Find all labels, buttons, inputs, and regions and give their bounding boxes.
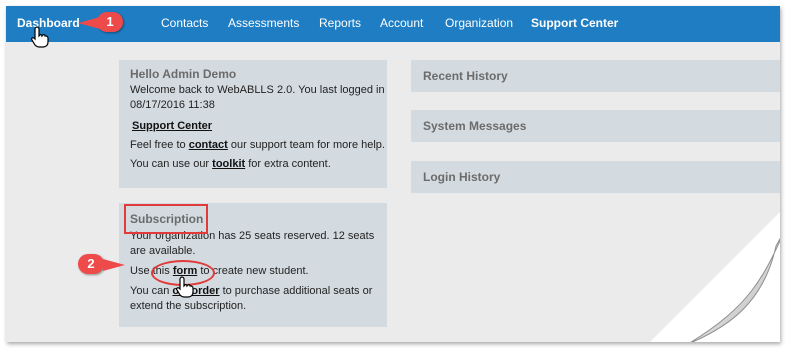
order-prefix: You can	[130, 285, 170, 297]
form-suffix: to create new student.	[200, 265, 309, 277]
support-center-link[interactable]: Support Center	[132, 120, 212, 132]
contact-link[interactable]: contact	[189, 139, 228, 151]
hand-cursor-icon	[176, 276, 194, 298]
welcome-title: Hello Admin Demo	[130, 67, 237, 81]
page-sheet: Dashboard Contacts Assessments Reports A…	[6, 6, 780, 342]
welcome-card: Hello Admin Demo Welcome back to WebABLL…	[119, 60, 387, 188]
contact-line: Feel free to contact our support team fo…	[130, 138, 385, 153]
nav-account[interactable]: Account	[380, 16, 423, 30]
recent-history-title: Recent History	[423, 69, 508, 83]
callout-1-pointer	[78, 17, 100, 29]
toolkit-prefix: You can use our	[130, 158, 210, 170]
callout-badge-2: 2	[78, 254, 104, 274]
callout-2-pointer	[103, 259, 125, 271]
toolkit-line: You can use our toolkit for extra conten…	[130, 157, 331, 172]
system-messages-title: System Messages	[423, 119, 527, 133]
last-login-timestamp: 08/17/2016 11:38	[130, 99, 215, 111]
contact-prefix: Feel free to	[130, 139, 186, 151]
toolkit-link[interactable]: toolkit	[212, 158, 245, 170]
subscription-highlight-box	[124, 204, 208, 234]
system-messages-panel[interactable]: System Messages	[411, 110, 780, 142]
hand-cursor-icon	[31, 26, 49, 48]
order-suffix: to purchase additional seats or	[222, 285, 373, 297]
welcome-message: Welcome back to WebABLLS 2.0. You last l…	[130, 84, 385, 96]
callout-badge-1: 1	[97, 12, 123, 32]
order-link-text: order	[191, 285, 220, 297]
seats-available: are available.	[130, 245, 196, 257]
toolkit-suffix: for extra content.	[248, 158, 331, 170]
nav-support-center[interactable]: Support Center	[531, 16, 618, 30]
order-line-2: extend the subscription.	[130, 300, 247, 312]
nav-contacts[interactable]: Contacts	[161, 16, 208, 30]
nav-assessments[interactable]: Assessments	[228, 16, 299, 30]
recent-history-panel[interactable]: Recent History	[411, 60, 780, 92]
login-history-panel[interactable]: Login History	[411, 161, 780, 193]
contact-suffix: our support team for more help.	[230, 139, 385, 151]
login-history-title: Login History	[423, 170, 501, 184]
nav-reports[interactable]: Reports	[319, 16, 361, 30]
page-curl-graphic	[650, 212, 780, 342]
nav-organization[interactable]: Organization	[445, 16, 513, 30]
order-line: You can o order to purchase additional s…	[130, 284, 372, 299]
